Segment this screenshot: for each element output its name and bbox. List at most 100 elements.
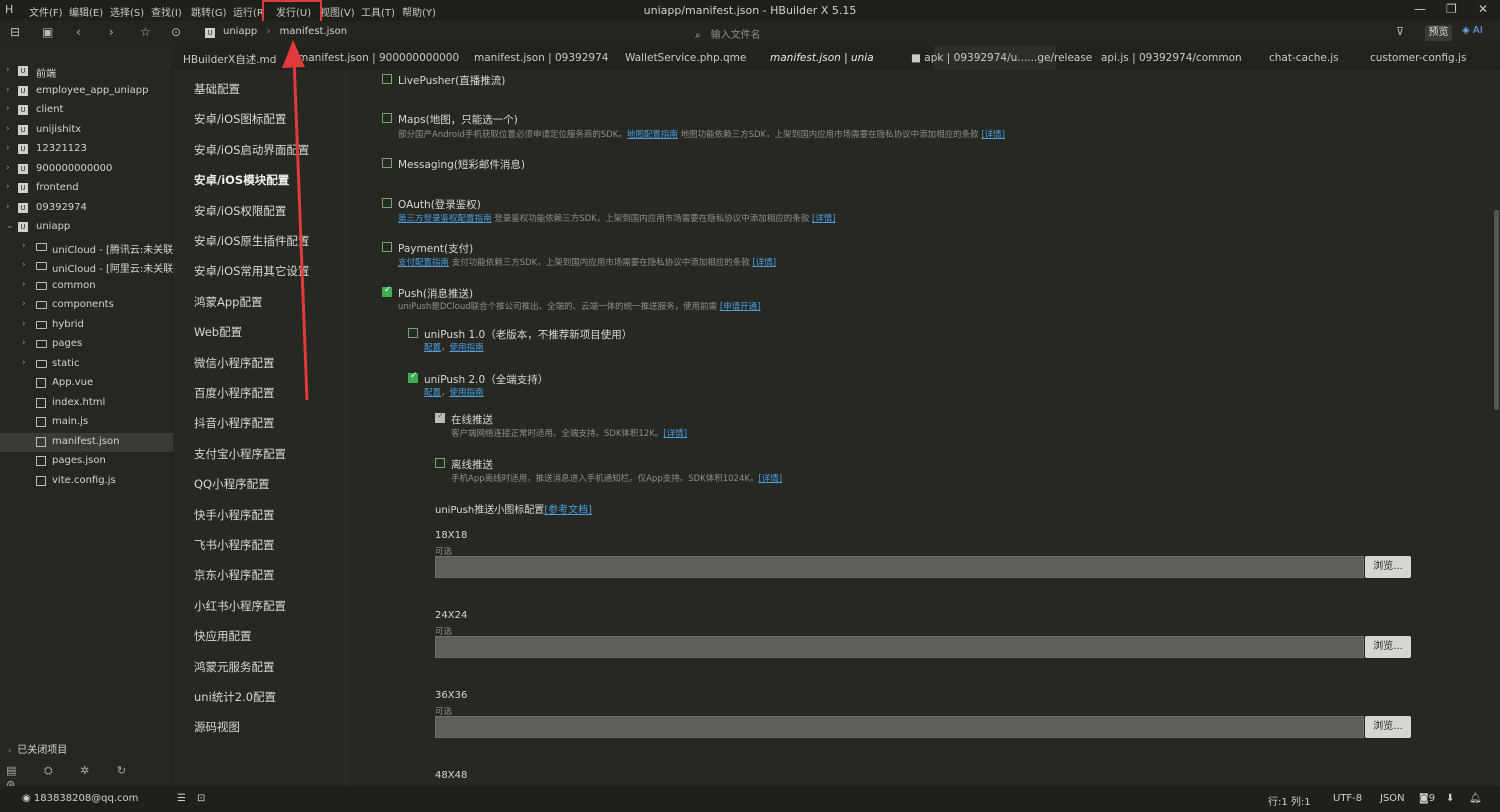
offline-detail-link[interactable]: [详情] bbox=[758, 474, 782, 484]
file-item[interactable]: manifest.json bbox=[0, 432, 173, 452]
nav-item[interactable]: 支付宝小程序配置 bbox=[194, 446, 286, 462]
filter-icon[interactable]: ⊽ bbox=[1396, 25, 1404, 38]
tab-readme[interactable]: HBuilderX自述.md bbox=[183, 52, 276, 67]
nav-item[interactable]: 安卓/iOS图标配置 bbox=[194, 111, 286, 127]
project-item[interactable]: › U 900000000000 bbox=[0, 160, 173, 179]
unipush1-guide-link[interactable]: 使用指南 bbox=[450, 343, 484, 353]
offline-push-checkbox[interactable] bbox=[435, 458, 445, 468]
icon-18-input[interactable] bbox=[435, 556, 1364, 578]
nav-item[interactable]: 安卓/iOS权限配置 bbox=[194, 203, 286, 219]
nav-item[interactable]: 基础配置 bbox=[194, 81, 240, 97]
language-mode[interactable]: JSON bbox=[1380, 793, 1405, 804]
tab-walletservice[interactable]: WalletService.php.qme bbox=[625, 52, 746, 64]
nav-item[interactable]: 飞书小程序配置 bbox=[194, 537, 275, 553]
file-item[interactable]: pages.json bbox=[0, 452, 173, 471]
nav-item[interactable]: Web配置 bbox=[194, 324, 242, 340]
nav-item[interactable]: uni统计2.0配置 bbox=[194, 689, 276, 705]
messaging-checkbox[interactable] bbox=[382, 158, 392, 168]
oauth-checkbox[interactable] bbox=[382, 198, 392, 208]
close-icon[interactable]: ✕ bbox=[1478, 2, 1488, 16]
tab-manifest-09392974[interactable]: manifest.json | 09392974 bbox=[474, 52, 608, 64]
project-item[interactable]: › Uclient bbox=[0, 101, 173, 120]
bell-icon[interactable]: 🔔︎ bbox=[1469, 793, 1482, 804]
payment-checkbox[interactable] bbox=[382, 242, 392, 252]
unipush1-config-link[interactable]: 配置 bbox=[424, 343, 441, 353]
scroll-thumb[interactable] bbox=[1494, 210, 1499, 410]
restore-icon[interactable]: ❐ bbox=[1446, 2, 1457, 16]
bookmark-icon[interactable]: ☆ bbox=[140, 25, 151, 39]
terminal-icon[interactable]: ⊡ bbox=[197, 793, 205, 804]
project-item[interactable]: › Uemployee_app_uniapp bbox=[0, 82, 173, 101]
project-item[interactable]: › U 09392974 bbox=[0, 199, 173, 218]
folder-item[interactable]: › components bbox=[0, 296, 173, 315]
breadcrumb-project[interactable]: uniapp bbox=[223, 26, 257, 37]
new-file-icon[interactable]: ⊟ bbox=[10, 25, 20, 39]
user-account[interactable]: ◉ 183838208@qq.com bbox=[22, 793, 138, 804]
nav-item[interactable]: 安卓/iOS模块配置 bbox=[194, 172, 289, 188]
unipush2-checkbox[interactable] bbox=[408, 371, 418, 383]
project-item[interactable]: › U 前端 bbox=[0, 62, 173, 81]
back-icon[interactable]: ‹ bbox=[76, 25, 81, 39]
folder-item[interactable]: › uniCloud - [阿里云:未关联云 bbox=[0, 257, 173, 276]
preview-button[interactable]: 预览 bbox=[1425, 25, 1452, 41]
tab-customer-config[interactable]: customer-config.js bbox=[1370, 52, 1466, 64]
cursor-position[interactable]: 行:1 列:1 bbox=[1268, 793, 1311, 808]
project-item[interactable]: › Ufrontend bbox=[0, 179, 173, 198]
nav-item[interactable]: 快应用配置 bbox=[194, 628, 252, 644]
nav-item[interactable]: 鸿蒙元服务配置 bbox=[194, 659, 275, 675]
nav-item[interactable]: 微信小程序配置 bbox=[194, 355, 275, 371]
tab-manifest-900000000000[interactable]: manifest.json | 900000000000 bbox=[298, 52, 459, 64]
payment-detail-link[interactable]: [详情] bbox=[752, 258, 776, 268]
folder-item[interactable]: › common bbox=[0, 277, 173, 296]
oauth-guide-link[interactable]: 第三方登录鉴权配置指南 bbox=[398, 214, 492, 224]
icon-18-browse-button[interactable]: 浏览... bbox=[1365, 556, 1411, 578]
download-icon[interactable]: ⬇ bbox=[1446, 793, 1454, 804]
file-item[interactable]: App.vue bbox=[0, 374, 173, 393]
file-item[interactable]: vite.config.js bbox=[0, 472, 173, 491]
closed-projects[interactable]: › 已关闭项目 bbox=[8, 741, 67, 756]
folder-item[interactable]: › hybrid bbox=[0, 316, 173, 335]
folder-item[interactable]: › static bbox=[0, 355, 173, 374]
project-item[interactable]: › U 12321123 bbox=[0, 140, 173, 159]
folder-item[interactable]: › pages bbox=[0, 335, 173, 354]
file-search[interactable]: ⌕ 输入文件名 bbox=[695, 26, 761, 41]
unipush2-config-link[interactable]: 配置 bbox=[424, 388, 441, 398]
tab-api-js[interactable]: api.js | 09392974/common bbox=[1101, 52, 1242, 64]
nav-item[interactable]: 鸿蒙App配置 bbox=[194, 294, 262, 310]
icon-36-browse-button[interactable]: 浏览... bbox=[1365, 716, 1411, 738]
icon-ref-link[interactable]: [参考文档] bbox=[544, 505, 592, 516]
nav-item[interactable]: 百度小程序配置 bbox=[194, 385, 275, 401]
tab-chat-cache[interactable]: chat-cache.js bbox=[1269, 52, 1339, 64]
online-detail-link[interactable]: [详情] bbox=[663, 429, 687, 439]
livepusher-checkbox[interactable] bbox=[382, 74, 392, 84]
nav-item[interactable]: 源码视图 bbox=[194, 719, 240, 735]
nav-item[interactable]: 小红书小程序配置 bbox=[194, 598, 286, 614]
file-item[interactable]: index.html bbox=[0, 394, 173, 413]
nav-item[interactable]: 快手小程序配置 bbox=[194, 507, 275, 523]
file-item[interactable]: main.js bbox=[0, 413, 173, 432]
icon-24-browse-button[interactable]: 浏览... bbox=[1365, 636, 1411, 658]
unipush2-guide-link[interactable]: 使用指南 bbox=[450, 388, 484, 398]
notification-count[interactable]: ◙9 bbox=[1419, 793, 1435, 804]
nav-item[interactable]: 京东小程序配置 bbox=[194, 567, 275, 583]
payment-guide-link[interactable]: 支付配置指南 bbox=[398, 258, 449, 268]
run-icon[interactable]: ⊙ bbox=[171, 25, 181, 39]
maps-guide-link[interactable]: 地图配置指南 bbox=[627, 130, 678, 140]
icon-36-input[interactable] bbox=[435, 716, 1364, 738]
unipush1-checkbox[interactable] bbox=[408, 328, 418, 338]
icon-24-input[interactable] bbox=[435, 636, 1364, 658]
encoding[interactable]: UTF-8 bbox=[1333, 793, 1362, 804]
nav-item[interactable]: 抖音小程序配置 bbox=[194, 415, 275, 431]
maps-detail-link[interactable]: [详情] bbox=[981, 130, 1005, 140]
forward-icon[interactable]: › bbox=[109, 25, 114, 39]
nav-item[interactable]: 安卓/iOS常用其它设置 bbox=[194, 263, 309, 279]
project-item[interactable]: ⌄ Uuniapp bbox=[0, 218, 173, 237]
minimize-icon[interactable]: — bbox=[1414, 2, 1426, 16]
project-item[interactable]: › Uunijishitx bbox=[0, 121, 173, 140]
tab-manifest-uniapp[interactable]: manifest.json | uniapp bbox=[770, 52, 873, 64]
maps-checkbox[interactable] bbox=[382, 113, 392, 123]
nav-item[interactable]: 安卓/iOS原生插件配置 bbox=[194, 233, 309, 249]
nav-item[interactable]: QQ小程序配置 bbox=[194, 476, 270, 492]
save-icon[interactable]: ▣ bbox=[42, 25, 53, 39]
list-icon[interactable]: ☰ bbox=[177, 793, 186, 804]
